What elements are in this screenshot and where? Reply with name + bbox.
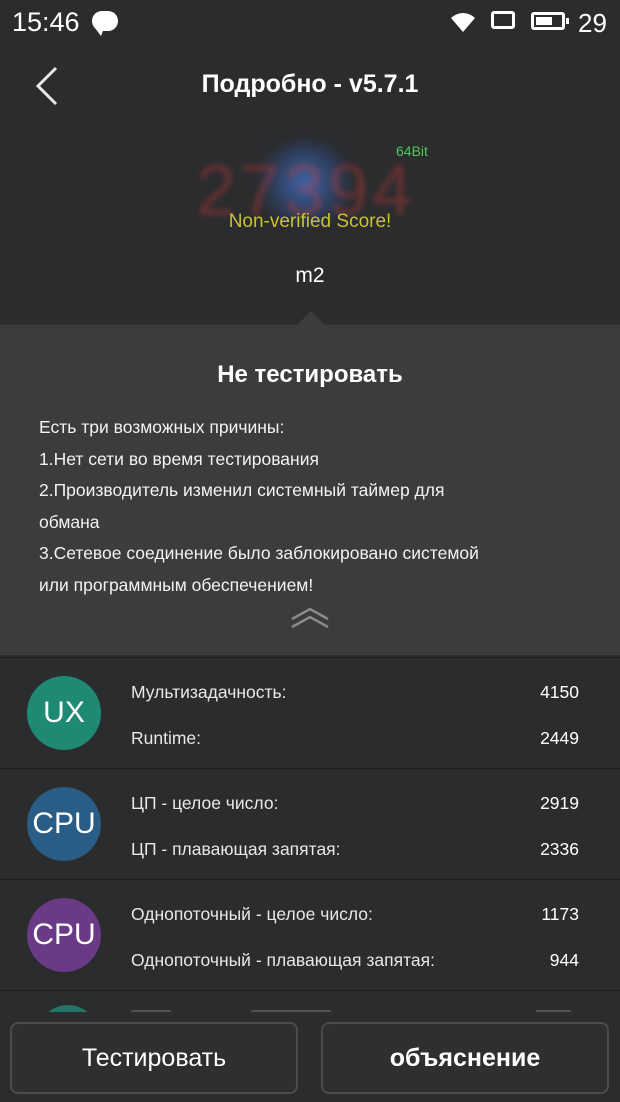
popup-line: 2.Производитель изменил системный таймер… (39, 480, 445, 500)
sim-icon (491, 11, 515, 29)
result-label: Runtime: (131, 728, 202, 748)
result-label: ЦП - целое число: (131, 793, 279, 813)
result-value: 944 (549, 950, 579, 970)
popup-title: Не тестировать (217, 361, 403, 388)
score-status: Non-verified Score! (228, 211, 392, 232)
battery-level: 29 (578, 8, 607, 38)
result-value: 1173 (541, 904, 579, 924)
status-bar: 15:46 29 (0, 0, 620, 48)
result-label: ЦП - плавающая запятая: (131, 839, 341, 859)
result-row-ux[interactable]: UX Мультизадачность: 4150 Runtime: 2449 (0, 657, 620, 768)
result-value: 4150 (540, 682, 579, 702)
result-row-cpu[interactable]: CPU ЦП - целое число: 2919 ЦП - плавающа… (0, 768, 620, 879)
test-button[interactable]: Тестировать (10, 1022, 298, 1094)
popup-line: или программным обеспечением! (39, 574, 314, 595)
info-popup: Не тестировать Есть три возможных причин… (0, 325, 620, 655)
result-value: 2336 (540, 839, 579, 859)
status-time: 15:46 (12, 7, 80, 37)
result-label: Однопоточный - целое число: (131, 904, 373, 924)
bitness-badge: 64Bit (396, 143, 428, 159)
popup-pointer (297, 311, 325, 325)
result-label: Однопоточный - плавающая запятая: (131, 950, 435, 970)
device-name[interactable]: m2 (0, 264, 620, 288)
popup-line: 1.Нет сети во время тестирования (39, 448, 319, 469)
chat-icon (92, 11, 118, 36)
popup-text: Есть три возможных причины: 1.Нет сети в… (39, 412, 599, 601)
cpu-icon: CPU (27, 787, 101, 861)
result-label: Мультизадачность: (131, 682, 287, 702)
popup-line: 3.Сетевое соединение было заблокировано … (39, 543, 479, 563)
battery-icon (531, 12, 569, 30)
result-value: 2919 (540, 793, 579, 813)
popup-line: Есть три возможных причины: (39, 417, 285, 437)
wifi-icon (451, 13, 475, 32)
popup-line: обмана (39, 511, 100, 532)
result-row-single-thread[interactable]: CPU Однопоточный - целое число: 1173 Одн… (0, 879, 620, 990)
collapse-chevron-icon[interactable] (290, 607, 330, 629)
page-title: Подробно - v5.7.1 (201, 70, 419, 98)
bottom-action-bar: Тестировать объяснение (0, 1012, 620, 1102)
cpu-single-thread-icon: CPU (27, 898, 101, 972)
explanation-button[interactable]: объяснение (321, 1022, 609, 1094)
result-value: 2449 (540, 728, 579, 748)
ux-icon: UX (27, 676, 101, 750)
